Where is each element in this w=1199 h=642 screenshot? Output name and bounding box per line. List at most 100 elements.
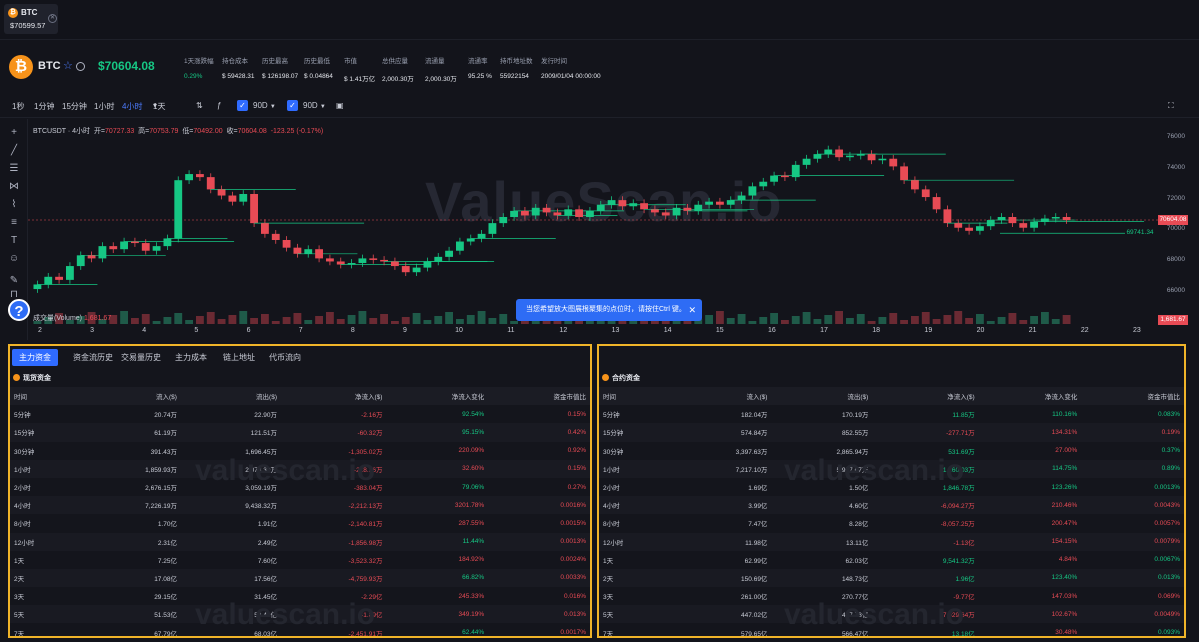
star-icon[interactable]: ☆	[63, 59, 73, 72]
panel-tab[interactable]: 代币流向	[262, 349, 308, 366]
volume-bar	[726, 318, 735, 324]
interval-button[interactable]: 1小时	[94, 101, 114, 112]
candle-body	[423, 261, 432, 268]
calendar-icon[interactable]: ▣	[336, 101, 344, 110]
interval-button[interactable]: 1秒	[12, 101, 24, 112]
candle-body	[152, 246, 161, 251]
table-cell: 1,260.03万	[872, 459, 979, 478]
column-header: 时间	[599, 387, 671, 406]
checkbox-option-2[interactable]: ✓	[287, 100, 298, 111]
close-icon[interactable]: ✕	[688, 299, 696, 321]
candle-body	[954, 223, 963, 228]
column-header: 净流入($)	[281, 387, 387, 406]
volume-bar	[326, 312, 334, 324]
table-cell: 3天	[14, 594, 25, 602]
candle-body	[867, 154, 876, 161]
volume-bar	[152, 321, 161, 324]
candle-body	[1019, 223, 1028, 228]
x-tick-label: 2	[38, 327, 42, 334]
table-row: 15分钟 61.19万 121.51万 -60.32万 95.15% 0.42%	[10, 423, 590, 442]
stat-label: 流通率	[468, 58, 488, 65]
candle-body	[748, 186, 757, 196]
fullscreen-icon[interactable]: ⛶	[1168, 101, 1174, 111]
panel-tab[interactable]: 资金流历史	[66, 349, 120, 366]
bitcoin-logo-icon: ₿	[9, 55, 33, 79]
tab-btc[interactable]: ₿ BTC $70599.57 ✕	[4, 4, 58, 34]
candle-body	[661, 212, 670, 216]
candle-body	[217, 189, 226, 196]
table-cell: 287.55%	[458, 519, 485, 527]
close-icon[interactable]: ✕	[48, 14, 57, 23]
interval-button[interactable]: 4小时	[122, 101, 142, 112]
panel-tab[interactable]: 主力资金	[12, 349, 58, 366]
table-cell: 11.98亿	[670, 532, 772, 551]
stat-value: $ 1.41万亿	[344, 76, 376, 83]
candle-body	[521, 210, 529, 216]
candle-body	[986, 220, 995, 227]
table-cell: 17.56亿	[180, 568, 281, 588]
volume-bar	[499, 314, 508, 324]
table-cell: 210.46%	[978, 496, 1082, 515]
table-cell: 200.47%	[1051, 519, 1078, 527]
table-cell: 5分钟	[14, 412, 31, 420]
volume-bar	[1030, 316, 1038, 324]
table-cell: 852.55万	[771, 423, 873, 442]
candle-body	[293, 247, 302, 254]
volume-bar	[911, 316, 919, 324]
table-cell: 20.74万	[154, 412, 177, 420]
clock-icon[interactable]	[76, 62, 85, 71]
table-cell: -2,140.81万	[348, 521, 383, 529]
x-tick-label: 11	[507, 327, 515, 334]
stat-item: 1天涨跌幅 0.29%	[184, 55, 214, 80]
table-cell: 53.42亿	[180, 605, 281, 624]
table-cell: -2,451.91万	[348, 630, 383, 638]
table-row: 3天 261.00亿 270.77亿 -9.77亿 147.03% 0.069%	[599, 587, 1184, 605]
fx-icon[interactable]: ƒ	[217, 101, 221, 110]
table-cell: 0.42%	[488, 423, 590, 442]
volume-bar	[434, 316, 443, 324]
stat-label: 市值	[344, 58, 357, 65]
table-cell: 7,217.10万	[670, 459, 772, 478]
table-cell: 9,541.32万	[942, 557, 975, 565]
chevron-down-icon[interactable]: ▾	[153, 101, 157, 110]
option-2-select[interactable]: 90D ▼	[303, 101, 326, 110]
volume-bar	[282, 317, 291, 324]
panel-tab[interactable]: 交易量历史	[114, 349, 168, 366]
candle-body	[878, 158, 887, 161]
stat-label: 总供应量	[382, 58, 408, 65]
stat-item: 发行时间 2009/01/04 00:00:00	[541, 55, 601, 80]
candle-body	[586, 210, 594, 217]
table-cell: 3,397.63万	[735, 448, 768, 456]
table-cell: 1天	[14, 557, 25, 565]
volume-bar	[477, 311, 486, 324]
panel-tab[interactable]: 主力成本	[168, 349, 214, 366]
panel-tab[interactable]: 链上地址	[216, 349, 262, 366]
table-cell: 0.37%	[1161, 447, 1180, 455]
table-cell: 3201.78%	[386, 496, 489, 515]
candle-body	[499, 217, 508, 224]
table-cell: 62.44%	[462, 629, 485, 637]
option-1-select[interactable]: 90D ▼	[253, 101, 276, 110]
table-cell: 8小时	[603, 521, 620, 529]
table-cell: 447.73亿	[771, 605, 873, 624]
stat-item: 市值 $ 1.41万亿	[344, 55, 375, 83]
bitcoin-icon: ₿	[8, 8, 18, 18]
volume-bar	[336, 319, 345, 324]
checkbox-option-1[interactable]: ✓	[237, 100, 248, 111]
candle-body	[531, 207, 540, 216]
table-cell: 8.28亿	[849, 521, 869, 529]
volume-bar	[629, 321, 638, 324]
candle-body	[336, 261, 345, 265]
stat-item: 持币地址数 55922154	[500, 55, 533, 80]
table-cell: 0.15%	[567, 410, 586, 418]
volume-bar	[293, 313, 302, 324]
interval-button[interactable]: 15分钟	[62, 101, 87, 112]
candle-body	[315, 249, 323, 259]
table-cell: -277.71万	[872, 423, 979, 442]
price-chart[interactable]: + ╱ ☰ ⋈ ⌇ ≡ T ☺ ✎ ⊓ ? ValueScan.io BTCUS…	[0, 119, 1199, 340]
indicator-icon[interactable]: ⇅	[196, 101, 203, 110]
x-tick-label: 8	[350, 327, 355, 334]
column-header: 时间	[10, 387, 81, 406]
interval-button[interactable]: 1分钟	[34, 101, 54, 112]
y-tick-label: 68000	[1166, 255, 1185, 263]
